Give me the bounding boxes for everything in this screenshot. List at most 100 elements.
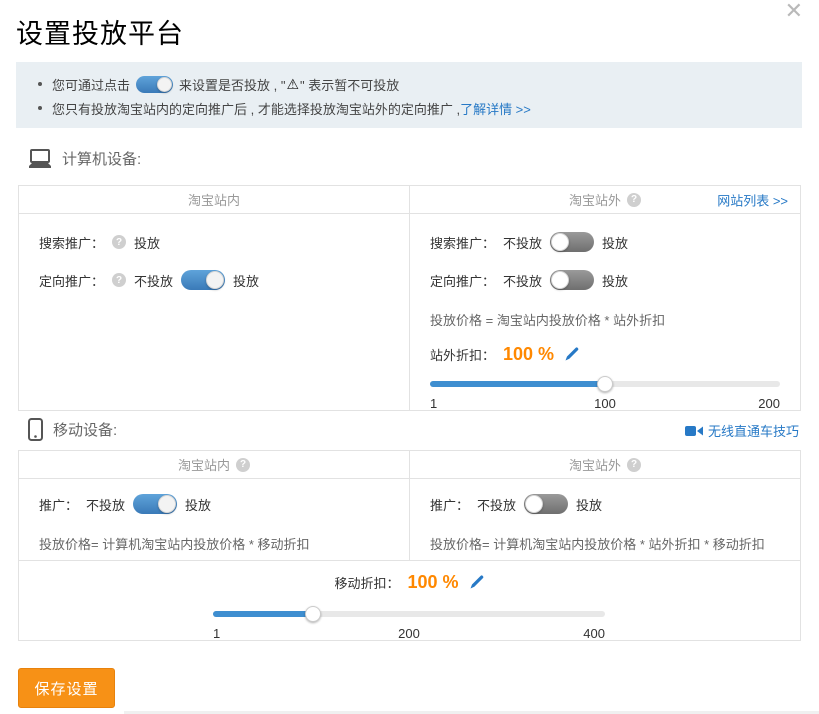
toggle-off-label: 不投放 [503, 233, 542, 252]
mobile-icon [28, 418, 43, 441]
promo-label: 推广： [39, 495, 78, 514]
bullet-icon [38, 106, 42, 110]
mobile-outside-toggle[interactable] [524, 494, 568, 514]
offsite-discount-value: 100 % [503, 344, 554, 365]
edit-pencil-icon[interactable] [564, 346, 580, 362]
sample-toggle-icon [136, 76, 173, 93]
edit-pencil-icon[interactable] [469, 574, 485, 590]
scale-min: 1 [213, 626, 220, 641]
mobile-discount-line: 移动折扣： 100 % [19, 569, 800, 595]
search-promo-row: 搜索推广： ? 投放 [39, 232, 389, 252]
scale-mid: 100 [594, 396, 616, 411]
scale-max: 400 [583, 626, 605, 641]
computer-col-taobao-inside: 淘宝站内 [19, 186, 409, 213]
column-header-label: 淘宝站外 [569, 455, 621, 474]
toggle-knob[interactable] [551, 233, 569, 251]
website-list-link[interactable]: 网站列表 >> [717, 190, 788, 209]
mobile-outside-cell: 推广： 不投放 投放 投放价格= 计算机淘宝站内投放价格 * 站外折扣 * 移动… [409, 479, 800, 560]
toggle-off-label: 不投放 [86, 495, 125, 514]
column-header-label: 淘宝站内 [188, 190, 240, 209]
mobile-discount-value: 100 % [407, 572, 458, 593]
mobile-discount-slider: 1 200 400 [213, 611, 605, 644]
wireless-tips-link[interactable]: 无线直通车技巧 [685, 421, 799, 440]
video-icon [685, 425, 703, 437]
mobile-section-label: 移动设备: [53, 419, 117, 440]
column-header-label: 淘宝站外 [569, 190, 621, 209]
toggle-on-label: 投放 [185, 495, 211, 514]
mobile-section-header: 移动设备: [28, 418, 117, 441]
promo-label: 推广： [430, 495, 469, 514]
toggle-knob[interactable] [551, 271, 569, 289]
slider-scale: 1 200 400 [213, 626, 605, 644]
price-formula: 投放价格= 计算机淘宝站内投放价格 * 站外折扣 * 移动折扣 [430, 534, 780, 553]
targeted-promo-row: 定向推广： ? 不投放 投放 [39, 270, 389, 290]
toggle-on-label: 投放 [602, 271, 628, 290]
help-icon[interactable]: ? [627, 458, 641, 472]
computer-section-label: 计算机设备: [62, 148, 141, 169]
scale-mid: 200 [398, 626, 420, 641]
toggle-knob[interactable] [525, 495, 543, 513]
slider-fill [430, 381, 605, 387]
notice-text: 来设置是否投放 , " [179, 75, 285, 94]
help-icon[interactable]: ? [112, 273, 126, 287]
help-icon[interactable]: ? [112, 235, 126, 249]
mobile-discount-section: 移动折扣： 100 % 1 200 400 [19, 560, 800, 641]
computer-outside-cell: 搜索推广： 不投放 投放 定向推广： 不投放 投放 投放价格 = 淘宝站内投放价… [409, 214, 800, 410]
slider-track[interactable] [213, 611, 605, 617]
search-promo-state: 投放 [134, 233, 160, 252]
slider-track[interactable] [430, 381, 780, 387]
price-formula: 投放价格= 计算机淘宝站内投放价格 * 移动折扣 [39, 534, 389, 553]
computer-table: 淘宝站内 淘宝站外 ? 网站列表 >> 搜索推广： ? 投放 定向推广： ? 不… [18, 185, 801, 411]
toggle-off-label: 不投放 [503, 271, 542, 290]
mobile-inside-toggle[interactable] [133, 494, 177, 514]
notice-line-2: 您只有投放淘宝站内的定向推广后 , 才能选择投放淘宝站外的定向推广 , 了解详情… [38, 96, 780, 120]
toggle-off-label: 不投放 [477, 495, 516, 514]
mobile-inside-cell: 推广： 不投放 投放 投放价格= 计算机淘宝站内投放价格 * 移动折扣 [19, 479, 409, 560]
toggle-off-label: 不投放 [134, 271, 173, 290]
computer-col-taobao-outside: 淘宝站外 ? 网站列表 >> [409, 186, 800, 213]
search-promo-label: 搜索推广： [39, 233, 104, 252]
mobile-table: 淘宝站内 ? 淘宝站外 ? 推广： 不投放 投放 投放价格= 计算机淘宝站内投放… [18, 450, 801, 641]
targeted-promo-toggle[interactable] [181, 270, 225, 290]
wireless-tips-label: 无线直通车技巧 [708, 421, 799, 440]
notice-box: 您可通过点击 来设置是否投放 , " ⚠ " 表示暂不可投放 您只有投放淘宝站内… [16, 62, 802, 128]
toggle-on-label: 投放 [602, 233, 628, 252]
notice-text: 您可通过点击 [52, 75, 130, 94]
promo-row: 推广： 不投放 投放 [39, 494, 389, 514]
promo-row: 推广： 不投放 投放 [430, 494, 780, 514]
offsite-discount-label: 站外折扣： [430, 345, 495, 364]
page-title: 设置投放平台 [16, 12, 184, 51]
scale-max: 200 [758, 396, 780, 411]
search-promo-label: 搜索推广： [430, 233, 495, 252]
mobile-col-taobao-inside: 淘宝站内 ? [19, 451, 409, 478]
learn-more-link[interactable]: 了解详情 >> [460, 99, 531, 118]
mobile-discount-label: 移动折扣： [334, 573, 399, 592]
targeted-promo-label: 定向推广： [39, 271, 104, 290]
search-promo-row: 搜索推广： 不投放 投放 [430, 232, 780, 252]
price-formula: 投放价格 = 淘宝站内投放价格 * 站外折扣 [430, 310, 780, 329]
help-icon[interactable]: ? [236, 458, 250, 472]
toggle-knob[interactable] [158, 495, 176, 513]
notice-line-1: 您可通过点击 来设置是否投放 , " ⚠ " 表示暂不可投放 [38, 72, 780, 96]
slider-knob[interactable] [597, 376, 613, 392]
slider-scale: 1 100 200 [430, 396, 780, 414]
toggle-on-label: 投放 [233, 271, 259, 290]
toggle-on-label: 投放 [576, 495, 602, 514]
help-icon[interactable]: ? [627, 193, 641, 207]
computer-icon [28, 149, 52, 169]
column-header-label: 淘宝站内 [178, 455, 230, 474]
toggle-knob[interactable] [206, 271, 224, 289]
targeted-promo-row: 定向推广： 不投放 投放 [430, 270, 780, 290]
warning-icon: ⚠ [286, 76, 299, 93]
computer-section-header: 计算机设备: [28, 148, 141, 169]
notice-text: " 表示暂不可投放 [300, 75, 399, 94]
targeted-promo-toggle[interactable] [550, 270, 594, 290]
slider-knob[interactable] [305, 606, 321, 622]
offsite-discount-line: 站外折扣： 100 % [430, 341, 780, 367]
close-icon[interactable]: ✕ [785, 0, 803, 22]
mobile-col-taobao-outside: 淘宝站外 ? [409, 451, 800, 478]
search-promo-toggle[interactable] [550, 232, 594, 252]
computer-inside-cell: 搜索推广： ? 投放 定向推广： ? 不投放 投放 [19, 214, 409, 410]
scale-min: 1 [430, 396, 437, 411]
save-settings-button[interactable]: 保存设置 [18, 668, 115, 708]
